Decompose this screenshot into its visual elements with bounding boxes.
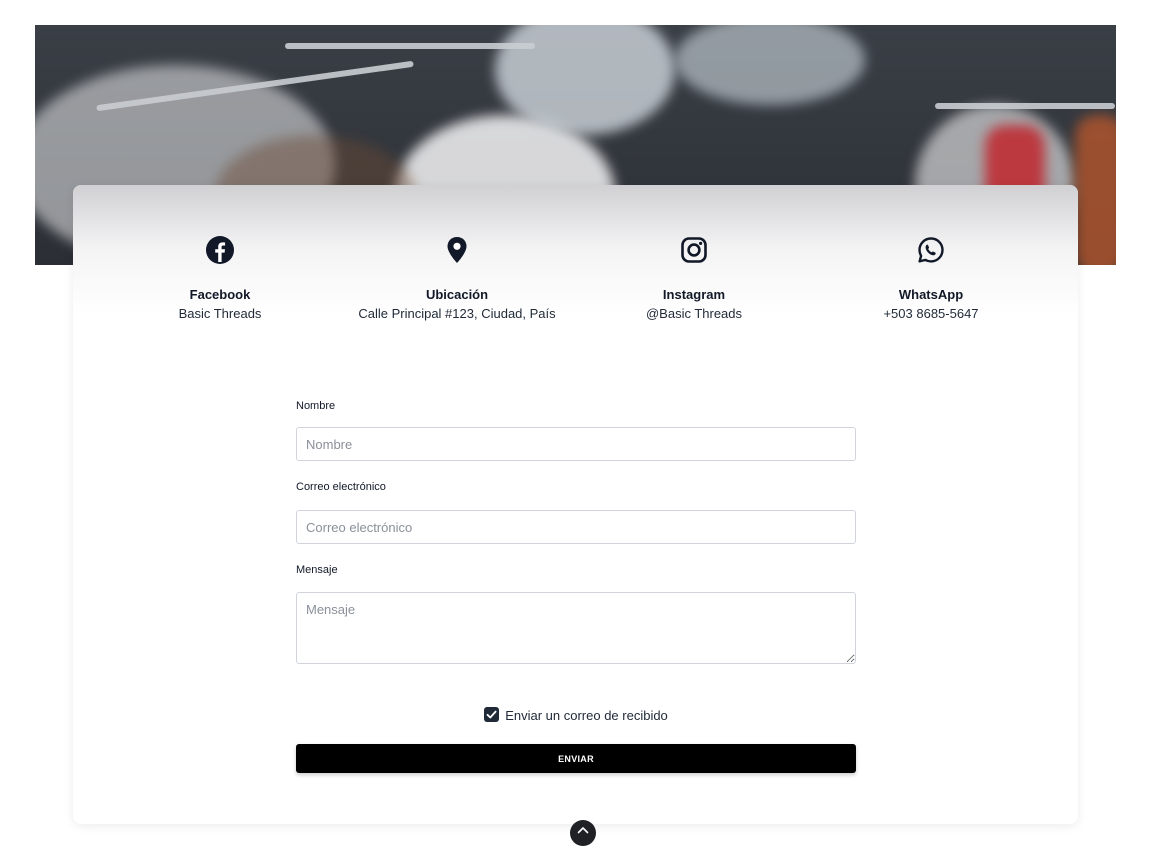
contact-value: +503 8685-5647 bbox=[883, 306, 979, 321]
receipt-checkbox-row: Enviar un correo de recibido bbox=[296, 707, 856, 723]
contact-info-row: Facebook Basic Threads Ubicación Calle P… bbox=[73, 235, 1078, 335]
contact-location[interactable]: Ubicación Calle Principal #123, Ciudad, … bbox=[337, 235, 577, 321]
contact-title: Ubicación bbox=[425, 287, 489, 302]
contact-form: Nombre Correo electrónico Mensaje Enviar… bbox=[296, 400, 856, 773]
email-input[interactable] bbox=[296, 510, 856, 544]
checkmark-icon bbox=[486, 710, 497, 719]
contact-title: WhatsApp bbox=[898, 287, 964, 302]
scroll-to-top-button[interactable] bbox=[570, 820, 596, 846]
contact-whatsapp[interactable]: WhatsApp +503 8685-5647 bbox=[811, 235, 1051, 321]
receipt-checkbox[interactable] bbox=[484, 707, 500, 722]
contact-title: Instagram bbox=[662, 287, 726, 302]
submit-button[interactable]: ENVIAR bbox=[296, 744, 856, 773]
contact-value: Calle Principal #123, Ciudad, País bbox=[358, 306, 556, 321]
message-textarea[interactable] bbox=[296, 592, 856, 664]
location-pin-icon bbox=[447, 237, 467, 263]
name-input[interactable] bbox=[296, 427, 856, 461]
whatsapp-icon bbox=[918, 237, 944, 263]
receipt-checkbox-label[interactable]: Enviar un correo de recibido bbox=[505, 708, 668, 723]
email-label: Correo electrónico bbox=[296, 481, 386, 493]
contact-facebook[interactable]: Facebook Basic Threads bbox=[100, 235, 340, 321]
contact-card: Facebook Basic Threads Ubicación Calle P… bbox=[73, 185, 1078, 824]
name-label: Nombre bbox=[296, 400, 336, 412]
contact-value: @Basic Threads bbox=[645, 306, 743, 321]
contact-instagram[interactable]: Instagram @Basic Threads bbox=[574, 235, 814, 321]
contact-value: Basic Threads bbox=[178, 306, 262, 321]
instagram-icon bbox=[681, 237, 707, 263]
message-label: Mensaje bbox=[296, 564, 338, 576]
contact-title: Facebook bbox=[189, 287, 251, 302]
facebook-icon bbox=[206, 236, 234, 264]
chevron-up-icon bbox=[577, 827, 589, 834]
